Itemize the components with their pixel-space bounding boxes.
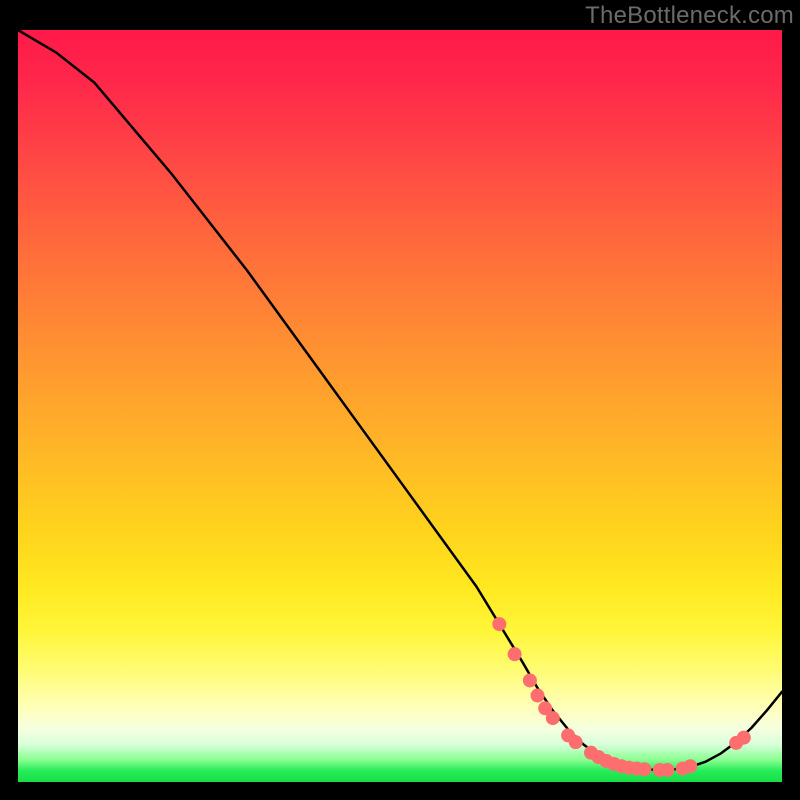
- chart-svg: [18, 30, 782, 782]
- curve-marker: [569, 735, 583, 749]
- curve-group: [18, 30, 782, 777]
- curve-marker: [531, 689, 545, 703]
- curve-marker: [508, 647, 522, 661]
- curve-marker: [492, 617, 506, 631]
- curve-marker: [523, 673, 537, 687]
- series-curve: [18, 30, 782, 770]
- curve-marker: [660, 763, 674, 777]
- curve-markers: [492, 617, 750, 777]
- curve-marker: [683, 759, 697, 773]
- watermark-text: TheBottleneck.com: [585, 2, 794, 30]
- curve-marker: [637, 762, 651, 776]
- curve-marker: [737, 731, 751, 745]
- curve-marker: [546, 711, 560, 725]
- chart-container: TheBottleneck.com: [0, 0, 800, 800]
